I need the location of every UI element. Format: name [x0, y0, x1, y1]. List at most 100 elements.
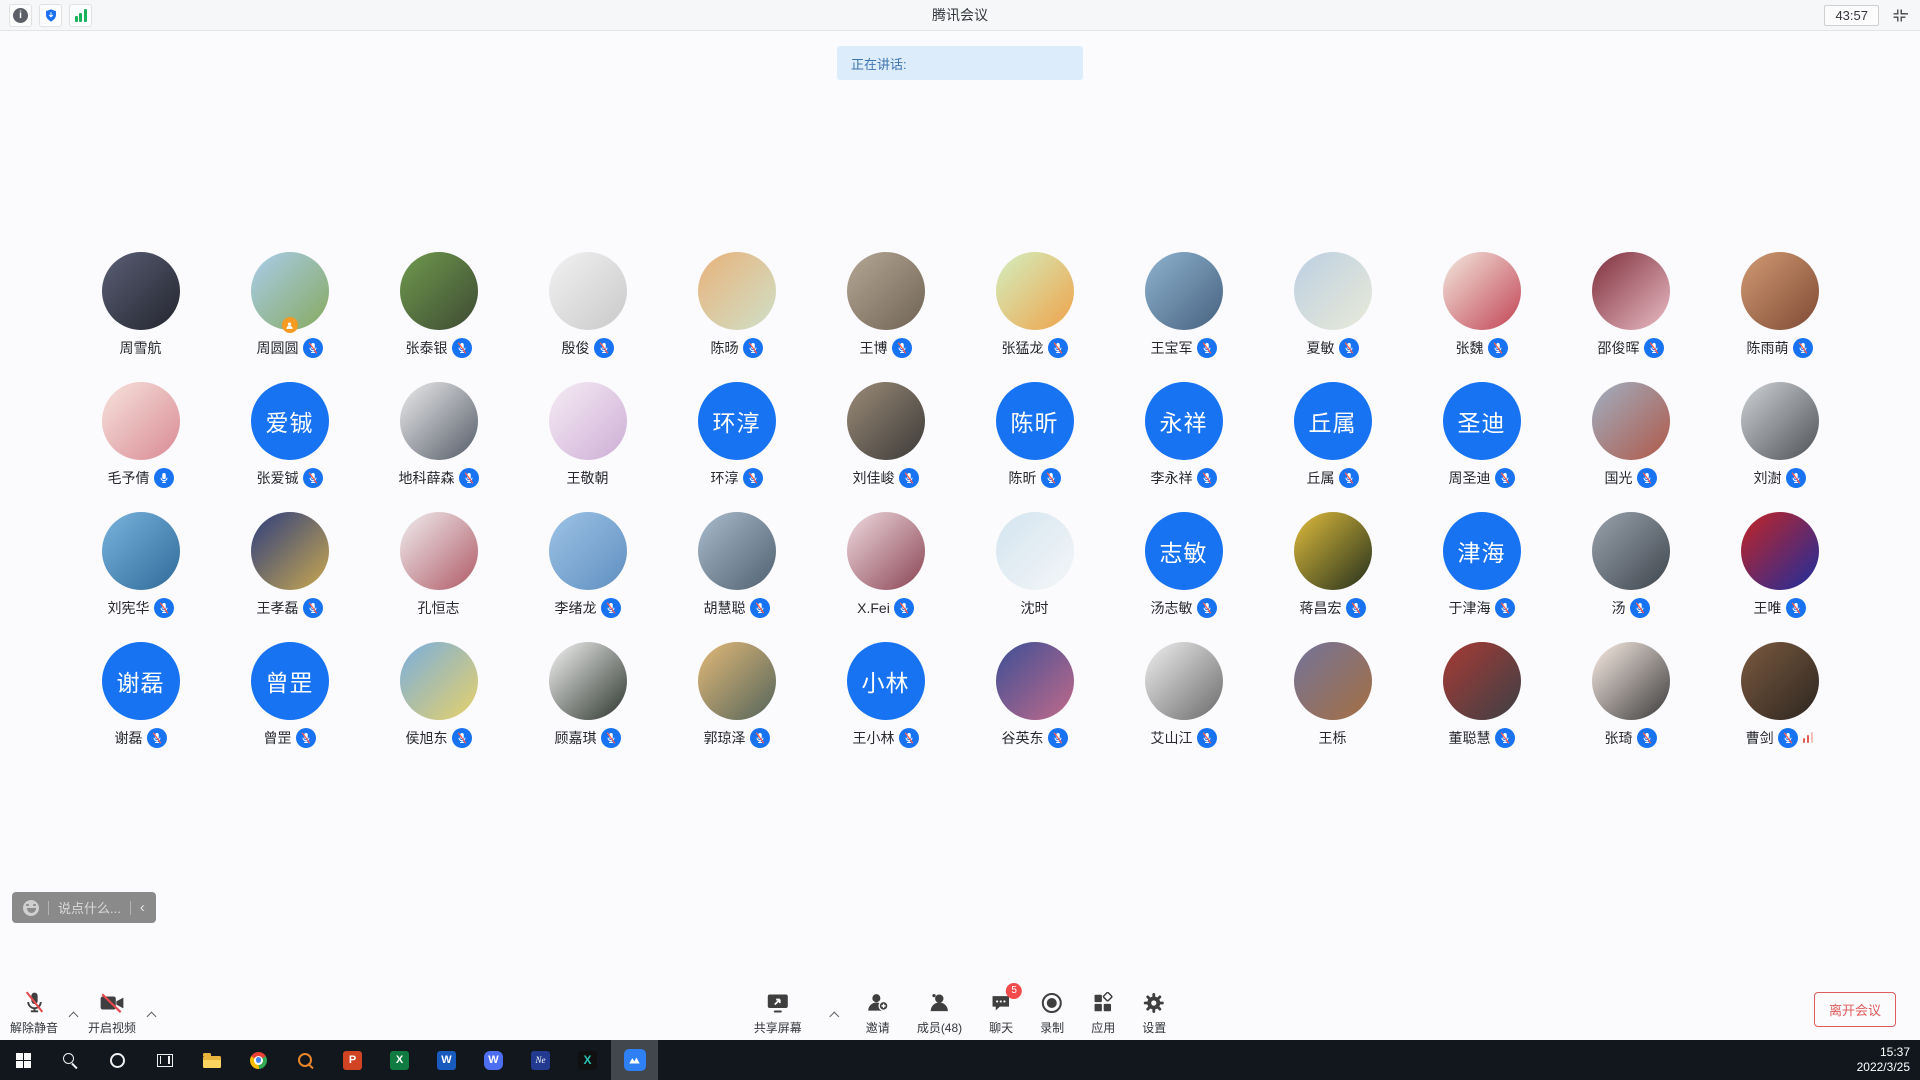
taskbar-xmind[interactable]: X [564, 1040, 611, 1080]
participant-tile[interactable]: 王博 [847, 252, 925, 358]
participant-tile[interactable]: 爱铖 张爱铖 [251, 382, 329, 488]
participant-tile[interactable]: 陈旸 [698, 252, 776, 358]
network-status-button[interactable] [69, 4, 92, 27]
chat-collapse-chevron[interactable]: ‹ [140, 900, 145, 915]
participant-tile[interactable]: 郭琼泽 [698, 642, 776, 748]
video-options-chevron[interactable] [146, 1010, 156, 1020]
taskbar-clock[interactable]: 15:372022/3/25 [1857, 1045, 1920, 1075]
participant-avatar [1741, 512, 1819, 590]
participant-tile[interactable]: 刘宪华 [102, 512, 180, 618]
taskbar-cortana[interactable] [94, 1040, 141, 1080]
tencent-meeting-icon [624, 1049, 646, 1071]
participant-tile[interactable]: 张猛龙 [996, 252, 1074, 358]
mic-status-icon [601, 728, 621, 748]
participant-tile[interactable]: 刘澍 [1741, 382, 1819, 488]
participant-tile[interactable]: 艾山江 [1145, 642, 1223, 748]
emoji-icon[interactable] [23, 900, 39, 916]
participant-avatar: 丘属 [1294, 382, 1372, 460]
taskbar-word[interactable]: W [423, 1040, 470, 1080]
participant-tile[interactable]: 陈昕 陈昕 [996, 382, 1074, 488]
apps-button[interactable]: 应用 [1091, 989, 1115, 1036]
meeting-security-button[interactable] [39, 4, 62, 27]
participant-tile[interactable]: 张魏 [1443, 252, 1521, 358]
participant-name: 国光 [1605, 468, 1633, 488]
participant-tile[interactable]: 永祥 李永祥 [1145, 382, 1223, 488]
participant-tile[interactable]: 汤 [1592, 512, 1670, 618]
invite-button[interactable]: 邀请 [866, 989, 890, 1036]
chat-quick-bar[interactable]: 说点什么... ‹ [12, 892, 156, 923]
participant-tile[interactable]: 张泰银 [400, 252, 478, 358]
share-options-chevron[interactable] [829, 1010, 839, 1020]
participant-tile[interactable]: 周雪航 [102, 252, 180, 358]
mic-status-icon [1495, 728, 1515, 748]
members-button[interactable]: 成员(48) [917, 989, 962, 1036]
record-button[interactable]: 录制 [1040, 989, 1064, 1036]
taskbar-search[interactable] [47, 1040, 94, 1080]
participant-tile[interactable]: 陈雨萌 [1741, 252, 1819, 358]
participant-tile[interactable]: 谷英东 [996, 642, 1074, 748]
participant-tile[interactable]: 沈时 [996, 512, 1074, 618]
participant-tile[interactable]: 王栎 [1294, 642, 1372, 748]
participant-tile[interactable]: 董聪慧 [1443, 642, 1521, 748]
participant-tile[interactable]: 王敬朝 [549, 382, 627, 488]
mic-options-chevron[interactable] [68, 1010, 78, 1020]
participant-tile[interactable]: 刘佳峻 [847, 382, 925, 488]
participant-tile[interactable]: 曾罡 曾罡 [251, 642, 329, 748]
participant-tile[interactable]: 环淳 环淳 [698, 382, 776, 488]
share-button[interactable]: 共享屏幕 [754, 989, 802, 1036]
participant-name: 董聪慧 [1449, 728, 1491, 748]
share-screen-icon [766, 991, 790, 1015]
taskbar-start[interactable] [0, 1040, 47, 1080]
participant-tile[interactable]: 谢磊 谢磊 [102, 642, 180, 748]
participant-tile[interactable]: 王唯 [1741, 512, 1819, 618]
participant-name: 周雪航 [120, 338, 162, 358]
participant-tile[interactable]: 胡慧聪 [698, 512, 776, 618]
chat-label: 聊天 [989, 1019, 1013, 1036]
settings-button[interactable]: 设置 [1142, 989, 1166, 1036]
unread-count-badge: 5 [1006, 983, 1022, 999]
participant-tile[interactable]: 地科薛森 [399, 382, 479, 488]
participant-tile[interactable]: 曹剑 [1741, 642, 1819, 748]
participant-tile[interactable]: 侯旭东 [400, 642, 478, 748]
meeting-info-button[interactable] [9, 4, 32, 27]
taskbar-wps[interactable]: W [470, 1040, 517, 1080]
participant-tile[interactable]: 张琦 [1592, 642, 1670, 748]
participant-tile[interactable]: X.Fei [847, 512, 925, 618]
participant-tile[interactable]: 孔恒志 [400, 512, 478, 618]
mic-status-icon [1048, 338, 1068, 358]
wps-icon: W [484, 1051, 503, 1070]
start-video-button[interactable]: 开启视频 [88, 989, 136, 1036]
taskbar-magnifier[interactable] [282, 1040, 329, 1080]
participant-tile[interactable]: 殷俊 [549, 252, 627, 358]
taskbar-chrome[interactable] [235, 1040, 282, 1080]
participant-tile[interactable]: 周圆圆 [251, 252, 329, 358]
taskbar-onenote[interactable]: Ne [517, 1040, 564, 1080]
participant-tile[interactable]: 顾嘉琪 [549, 642, 627, 748]
participant-tile[interactable]: 国光 [1592, 382, 1670, 488]
taskbar-excel[interactable]: X [376, 1040, 423, 1080]
taskbar-taskview[interactable] [141, 1040, 188, 1080]
mic-status-icon [594, 338, 614, 358]
participant-tile[interactable]: 毛予倩 [102, 382, 180, 488]
participant-tile[interactable]: 李绪龙 [549, 512, 627, 618]
participant-tile[interactable]: 邵俊晖 [1592, 252, 1670, 358]
participant-tile[interactable]: 丘属 丘属 [1294, 382, 1372, 488]
taskbar-powerpoint[interactable]: P [329, 1040, 376, 1080]
leave-meeting-button[interactable]: 离开会议 [1814, 992, 1896, 1027]
participant-tile[interactable]: 小林 王小林 [847, 642, 925, 748]
taskbar-explorer[interactable] [188, 1040, 235, 1080]
participant-tile[interactable]: 津海 于津海 [1443, 512, 1521, 618]
unmute-button[interactable]: 解除静音 [10, 989, 58, 1036]
mic-muted-icon [22, 990, 47, 1015]
titlebar: 腾讯会议 43:57 [0, 0, 1920, 31]
participant-tile[interactable]: 志敏 汤志敏 [1145, 512, 1223, 618]
chat-input-placeholder[interactable]: 说点什么... [58, 898, 121, 917]
participant-tile[interactable]: 王孝磊 [251, 512, 329, 618]
participant-tile[interactable]: 蒋昌宏 [1294, 512, 1372, 618]
participant-tile[interactable]: 夏敏 [1294, 252, 1372, 358]
participant-tile[interactable]: 圣迪 周圣迪 [1443, 382, 1521, 488]
exit-fullscreen-icon[interactable] [1891, 7, 1908, 24]
chat-button[interactable]: 5聊天 [989, 989, 1013, 1036]
participant-tile[interactable]: 王宝军 [1145, 252, 1223, 358]
taskbar-meeting[interactable] [611, 1040, 658, 1080]
